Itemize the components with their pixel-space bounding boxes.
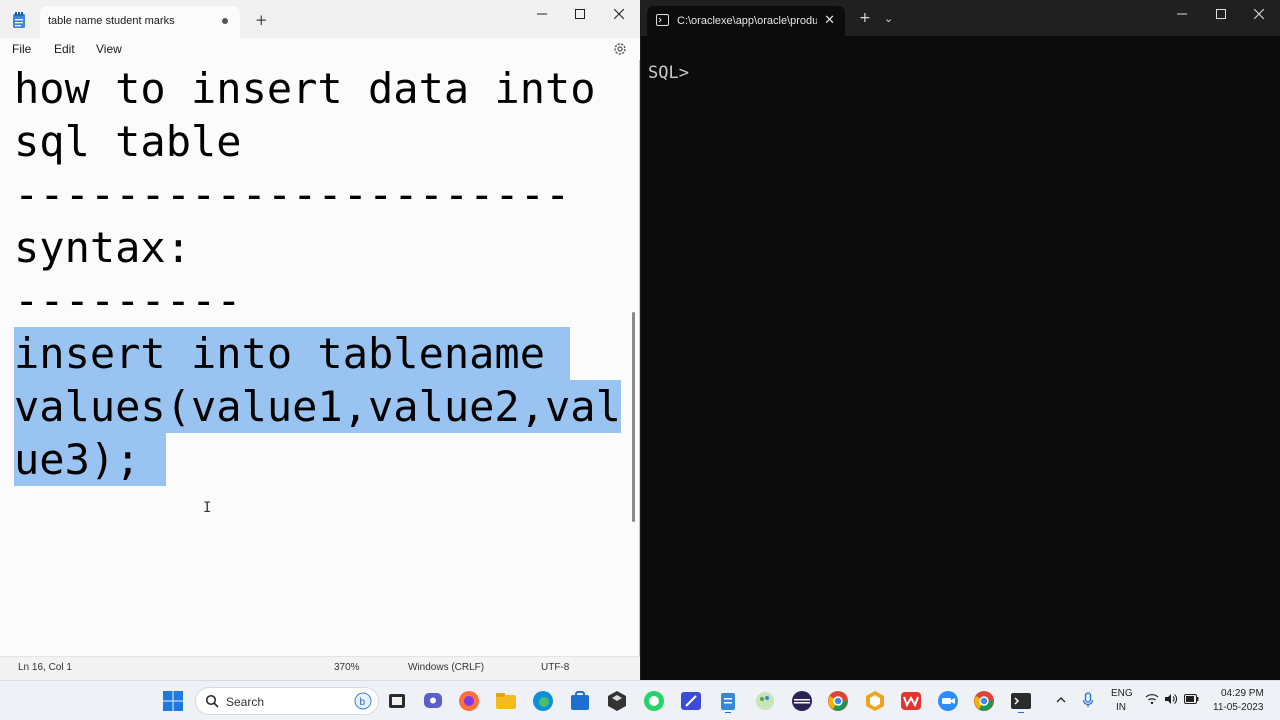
chrome-icon[interactable] <box>826 689 850 713</box>
edge-icon[interactable] <box>531 689 555 713</box>
editor-line-selected: insert into tablename <box>14 327 571 380</box>
bing-icon[interactable]: b <box>354 692 372 710</box>
chevron-down-icon[interactable]: ⌄ <box>884 12 893 25</box>
notepad-editor[interactable]: how to insert data into sql table ------… <box>0 62 632 654</box>
close-icon <box>1254 9 1264 19</box>
editor-line-selected: values(value1,value2,val <box>14 380 621 433</box>
close-icon <box>614 9 624 19</box>
maximize-icon <box>1216 9 1226 19</box>
clock-date[interactable]: 11-05-2023 <box>1213 702 1263 713</box>
language-indicator[interactable]: ENG <box>1111 688 1133 699</box>
unsaved-dot-icon[interactable] <box>222 18 228 24</box>
notepad-statusbar: Ln 16, Col 1 370% Windows (CRLF) UTF-8 <box>0 656 640 680</box>
wifi-icon[interactable] <box>1145 693 1159 705</box>
editor-scrollbar[interactable] <box>632 312 635 522</box>
taskbar-search-box[interactable]: Search b <box>195 687 379 715</box>
cursor-position: Ln 16, Col 1 <box>18 662 72 673</box>
file-explorer-icon[interactable] <box>494 689 518 713</box>
notepad-menubar: File Edit View <box>0 38 640 60</box>
close-button[interactable] <box>1239 0 1279 28</box>
paint-icon[interactable] <box>753 689 777 713</box>
app-hexagon-icon[interactable] <box>863 689 887 713</box>
text-cursor-icon: I <box>203 500 212 516</box>
volume-icon[interactable] <box>1164 693 1178 705</box>
editor-line-selected: ue3); <box>14 433 166 486</box>
minimize-button[interactable] <box>522 0 562 28</box>
editor-line: ---------------------- <box>14 170 571 219</box>
notepad-tab[interactable]: table name student marks <box>40 6 240 38</box>
whatsapp-icon[interactable] <box>642 689 666 713</box>
terminal-tab[interactable]: C:\oraclexe\app\oracle\produ ✕ <box>647 6 845 36</box>
minimize-button[interactable] <box>1162 0 1202 28</box>
maximize-icon <box>575 9 585 19</box>
terminal-window: C:\oraclexe\app\oracle\produ ✕ + ⌄ SQL> <box>641 0 1280 680</box>
drawing-app-icon[interactable] <box>679 689 703 713</box>
minimize-icon <box>537 13 547 15</box>
editor-line: sql table <box>14 117 242 166</box>
zoom-icon[interactable] <box>936 689 960 713</box>
microphone-icon[interactable] <box>1082 692 1094 708</box>
menu-view[interactable]: View <box>96 42 122 56</box>
encoding: UTF-8 <box>541 662 570 673</box>
chrome-icon-2[interactable] <box>972 689 996 713</box>
windows-start-icon[interactable] <box>161 689 185 713</box>
terminal-taskbar-icon[interactable] <box>1009 689 1033 713</box>
minimize-icon <box>1177 13 1187 15</box>
settings-gear-icon[interactable] <box>612 41 628 57</box>
search-label: Search <box>226 695 265 709</box>
menu-edit[interactable]: Edit <box>54 42 75 56</box>
close-button[interactable] <box>599 0 639 28</box>
region-indicator[interactable]: IN <box>1116 702 1126 713</box>
menu-file[interactable]: File <box>12 42 31 56</box>
teams-chat-icon[interactable] <box>421 689 445 713</box>
editor-line: --------- <box>14 276 242 325</box>
store-icon[interactable] <box>568 689 592 713</box>
close-tab-icon[interactable]: ✕ <box>824 12 835 28</box>
chevron-up-icon[interactable] <box>1055 694 1067 706</box>
notepad-tab-title: table name student marks <box>48 15 175 27</box>
battery-icon[interactable] <box>1184 694 1199 704</box>
editor-line: syntax: <box>14 223 192 272</box>
maximize-button[interactable] <box>560 0 600 28</box>
line-ending: Windows (CRLF) <box>408 662 485 673</box>
editor-line: how to insert data into <box>14 64 596 113</box>
clock-time[interactable]: 04:29 PM <box>1221 688 1264 699</box>
wps-office-icon[interactable] <box>899 689 923 713</box>
new-tab-plus-icon[interactable]: + <box>859 10 871 26</box>
notepad-app-icon <box>13 12 25 28</box>
svg-text:b: b <box>360 697 366 708</box>
notepad-taskbar-icon[interactable] <box>716 689 740 713</box>
firefox-icon[interactable] <box>457 689 481 713</box>
notepad-window: table name student marks + File Edit Vie… <box>0 0 640 680</box>
maximize-button[interactable] <box>1201 0 1241 28</box>
new-tab-plus-icon[interactable]: + <box>255 11 268 29</box>
notepad-titlebar[interactable]: table name student marks + <box>0 0 640 38</box>
terminal-icon <box>656 14 669 26</box>
sql-prompt[interactable]: SQL> <box>648 63 689 83</box>
terminal-tab-title: C:\oraclexe\app\oracle\produ <box>677 15 817 27</box>
zoom-level: 370% <box>334 662 360 673</box>
taskbar: Search b ENG IN 04:29 PM 11-05-2023 <box>0 680 1280 720</box>
eclipse-icon[interactable] <box>790 689 814 713</box>
task-view-icon[interactable] <box>385 689 409 713</box>
terminal-titlebar[interactable]: C:\oraclexe\app\oracle\produ ✕ + ⌄ <box>641 0 1280 36</box>
app-cube-icon[interactable] <box>605 689 629 713</box>
search-icon <box>205 694 219 708</box>
